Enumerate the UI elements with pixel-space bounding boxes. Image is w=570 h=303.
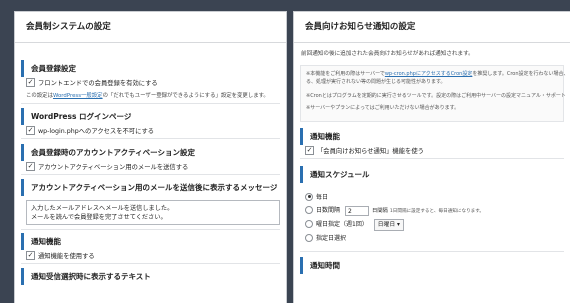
intro-text: 前回通知の後に追加された会員向けお知らせがあれば通知されます。 [301,51,474,57]
radio-icon[interactable] [305,233,313,242]
frontend-registration-option[interactable]: ✓ フロントエンドでの会員登録を有効にする [15,77,286,90]
section-heading-notification: 通知機能 [21,233,280,250]
checkbox-checked-icon[interactable]: ✓ [26,77,35,87]
cron-settings-link[interactable]: wp-cron.phpにアクセスするCron設定 [385,71,473,77]
activation-message-textarea[interactable]: 入力したメールアドレスへメールを送信しました。 メールを読んで会員登録を完了させ… [26,200,280,225]
membership-settings-panel: 会員制システムの設定 会員登録設定 ✓ フロントエンドでの会員登録を有効にする こ… [15,12,286,303]
weekday-select[interactable]: 日曜日 ▾ [373,218,404,231]
interval-days-input[interactable]: 2 [344,205,369,216]
member-notice-settings-panel: 会員向けお知らせ通知の設定 前回通知の後に追加された会員向けお知らせがあれば通知… [294,12,570,303]
registration-note: この設定はWordPress一般設定の「だれでもユーザー登録ができるようにする」… [26,93,269,99]
chevron-down-icon: ▾ [397,221,400,228]
panel-title: 会員向けお知らせ通知の設定 [294,12,570,43]
use-notification-option[interactable]: ✓ 通知機能を使用する [15,250,286,263]
radio-selected-icon[interactable] [305,192,313,201]
section-heading-activation-message: アカウントアクティベーション用のメールを送信後に表示するメッセージ [21,179,280,196]
checkbox-checked-icon[interactable]: ✓ [26,161,35,171]
section-heading-login-page: WordPress ログインページ [21,108,280,125]
schedule-daily-option[interactable]: 毎日 [294,191,570,204]
checkbox-checked-icon[interactable]: ✓ [26,250,35,260]
cron-info-box: ※本機能をご利用の際はサーバーでwp-cron.phpにアクセスするCron設定… [300,65,569,122]
section-heading-time: 通知時間 [300,257,564,274]
section-heading-activation: 会員登録時のアカウントアクティベーション設定 [21,144,280,161]
disable-wp-login-option[interactable]: ✓ wp-login.phpへのアクセスを不可にする [15,125,286,138]
send-activation-mail-option[interactable]: ✓ アカウントアクティベーション用のメールを送信する [15,161,286,174]
schedule-date-option[interactable]: 指定日選択 [294,232,570,245]
section-heading-schedule: 通知スケジュール [300,166,564,183]
panel-title: 会員制システムの設定 [15,12,286,43]
checkbox-checked-icon[interactable]: ✓ [26,125,35,135]
member-notice-option[interactable]: ✓ 「会員向けお知らせ通知」機能を使う [294,145,570,158]
radio-icon[interactable] [305,219,313,228]
radio-icon[interactable] [305,205,313,214]
wordpress-general-settings-link[interactable]: WordPress一般設定 [53,93,103,99]
section-heading-notification-text: 通知受信選択時に表示するテキスト [21,268,280,285]
schedule-weekday-option[interactable]: 曜日指定（週1回） 日曜日 ▾ [294,218,570,232]
section-heading-notify: 通知機能 [300,128,564,145]
section-heading-registration: 会員登録設定 [21,60,280,77]
checkbox-checked-icon[interactable]: ✓ [305,145,314,155]
schedule-interval-option[interactable]: 日数間隔 2 日間隔 1日間隔に設定すると、毎日通知になります。 [294,204,570,218]
